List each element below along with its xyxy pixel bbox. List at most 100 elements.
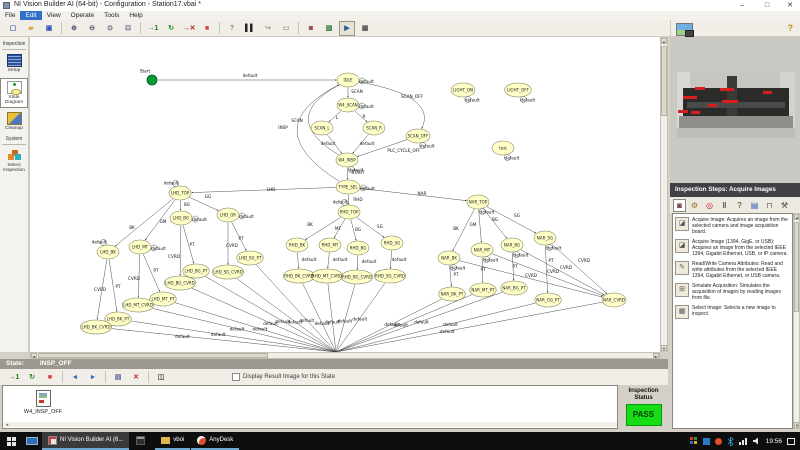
scroll-left-icon[interactable]: ◄ — [31, 353, 37, 358]
zoom-out-icon[interactable]: ⊖ — [84, 21, 100, 36]
help-icon[interactable]: ? — [788, 23, 794, 33]
tray-blue-app-icon[interactable] — [703, 438, 710, 445]
sidebar-item-state-diagram[interactable]: State Diagram — [0, 78, 28, 107]
step-description: Acquire Image: Acquires an image from th… — [692, 217, 790, 235]
tab-additional-tools[interactable]: ⚒ — [778, 199, 791, 212]
display-result-image-label: Display Result Image for this State — [243, 374, 335, 380]
svg-text:BG: BG — [355, 227, 361, 232]
step-item-select-image[interactable]: ▦Select Image: Selects a new image to in… — [675, 305, 790, 319]
tab-identify-parts[interactable]: ▤ — [748, 199, 761, 212]
tray-anydesk-icon[interactable] — [715, 438, 722, 445]
volume-icon[interactable] — [753, 437, 761, 445]
step-item-read-write-camera-attributes[interactable]: ✎Read/Write Camera Attributes: Read and … — [675, 261, 790, 279]
state-steps-list[interactable]: W4_INSP_OFF ◄ — [2, 385, 618, 429]
run-state-loop-icon[interactable]: ↻ — [24, 370, 40, 385]
view-report-icon[interactable]: ▤ — [110, 370, 126, 385]
breakpoint-icon[interactable]: ? — [224, 21, 240, 36]
action-center-icon[interactable] — [787, 438, 795, 445]
state-value: INSP_OFF — [40, 360, 72, 367]
next-state-icon[interactable]: ► — [85, 370, 101, 385]
scroll-right-icon[interactable]: ► — [653, 353, 659, 358]
acquire-image-1394-icon: ◪ — [675, 239, 689, 253]
image-play-icon[interactable]: ▶ — [339, 21, 355, 36]
zoom-1-1-icon[interactable]: ⊙ — [102, 21, 118, 36]
taskbar-app-pinned-app[interactable] — [130, 432, 154, 450]
state-diagram-view-icon[interactable]: ◫ — [153, 370, 169, 385]
state-diagram-canvas[interactable]: defaultSCANLRdefaultdefaultSCAN_OFFPLC_C… — [30, 37, 660, 352]
step-item-acquire-image[interactable]: ◪Acquire Image: Acquires an image from t… — [675, 217, 790, 235]
tab-enhance-images[interactable]: ⚙ — [688, 199, 701, 212]
delete-step-icon[interactable]: ✕ — [128, 370, 144, 385]
svg-text:CVRD: CVRD — [525, 273, 537, 278]
step-state-icon[interactable]: ↪ — [260, 21, 276, 36]
taskbar-app-anydesk[interactable]: AnyDesk — [191, 432, 239, 450]
taskbar-app-vboi[interactable]: vboi — [155, 432, 190, 450]
zoom-fit-icon[interactable]: ⊡ — [120, 21, 136, 36]
taskbar-app-ni-vision-builder[interactable]: NI Vision Builder AI (6... — [42, 432, 129, 450]
tab-acquire-images[interactable]: ◙ — [673, 199, 686, 212]
svg-text:NAR_BG_PT: NAR_BG_PT — [502, 285, 526, 290]
svg-text:PT: PT — [189, 242, 195, 247]
canvas-horizontal-scrollbar[interactable]: ◄ ► — [30, 352, 660, 359]
tab-communicate[interactable]: ⊓ — [763, 199, 776, 212]
run-inspection-loop-icon[interactable]: ↻ — [163, 21, 179, 36]
stop-state-icon[interactable]: ■ — [42, 370, 58, 385]
svg-text:PT: PT — [512, 264, 518, 269]
start-node[interactable] — [147, 75, 157, 85]
svg-text:CVRD: CVRD — [578, 258, 590, 263]
stop-inspection-icon[interactable]: ■ — [199, 21, 215, 36]
svg-text:default: default — [520, 98, 535, 103]
steps-scroll-thumb[interactable] — [794, 222, 799, 312]
image-view-icon[interactable]: ▧ — [321, 21, 337, 36]
minimize-button[interactable]: – — [733, 0, 751, 11]
step-item-simulate-acquisition[interactable]: ⊞Simulate Acquisition: Simulates the acq… — [675, 283, 790, 301]
sidebar-item-select-inspection[interactable]: Select Inspection — [1, 149, 27, 174]
menu-edit[interactable]: Edit — [20, 11, 41, 20]
save-icon[interactable]: ▣ — [41, 21, 57, 36]
run-state-once-icon[interactable]: →1 — [6, 370, 22, 385]
task-view-icon[interactable] — [22, 432, 42, 450]
menu-file[interactable]: File — [0, 11, 20, 20]
step-item-acquire-image-1394[interactable]: ◪Acquire Image (1394, GigE, or USB): Acq… — [675, 239, 790, 257]
scroll-down-icon[interactable]: ▼ — [661, 345, 667, 351]
scroll-up-icon[interactable]: ▲ — [794, 214, 799, 220]
tray-ni-icon[interactable] — [690, 437, 698, 445]
steps-list-scrollbar[interactable]: ▲ ▼ — [793, 213, 800, 429]
clock[interactable]: 19:56 — [766, 438, 782, 445]
menu-help[interactable]: Help — [124, 11, 147, 20]
vertical-scroll-thumb[interactable] — [661, 46, 667, 116]
menu-operate[interactable]: Operate — [66, 11, 100, 20]
prev-state-icon[interactable]: ◄ — [67, 370, 83, 385]
open-file-icon[interactable]: ▰ — [23, 21, 39, 36]
menu-view[interactable]: View — [42, 11, 66, 20]
state-diagram[interactable]: defaultSCANLRdefaultdefaultSCAN_OFFPLC_C… — [30, 37, 660, 352]
chart-view-icon[interactable]: ▦ — [357, 21, 373, 36]
close-button[interactable]: ✕ — [781, 0, 799, 11]
tab-measure-features[interactable]: Ⅱ — [718, 199, 731, 212]
bluetooth-icon[interactable] — [727, 437, 734, 446]
app-icon — [3, 2, 10, 9]
state-step-item[interactable]: W4_INSP_OFF — [21, 390, 65, 415]
zoom-in-icon[interactable]: ⊕ — [66, 21, 82, 36]
tab-locate-features[interactable]: ◎ — [703, 199, 716, 212]
scroll-down-icon[interactable]: ▼ — [794, 422, 799, 428]
network-icon[interactable] — [739, 438, 748, 445]
sidebar-item-setup[interactable]: Setup — [1, 54, 27, 74]
pause-icon[interactable]: ▌▌ — [242, 21, 258, 36]
horizontal-scroll-thumb[interactable] — [38, 353, 268, 358]
camera-view-icon[interactable]: ◙ — [303, 21, 319, 36]
sidebar-item-cleanup[interactable]: Cleanup — [1, 112, 27, 132]
start-button[interactable] — [0, 432, 22, 450]
run-until-failure-icon[interactable]: →✕ — [181, 21, 197, 36]
maximize-button[interactable]: □ — [758, 0, 776, 11]
canvas-vertical-scrollbar[interactable]: ▲ ▼ — [660, 37, 668, 352]
results-scrollbar[interactable]: ◄ — [4, 422, 617, 427]
scroll-up-icon[interactable]: ▲ — [661, 38, 667, 44]
comment-icon[interactable]: ▭ — [278, 21, 294, 36]
run-inspection-once-icon[interactable]: →1 — [145, 21, 161, 36]
acquire-image-mode-icon[interactable] — [676, 23, 693, 36]
display-result-image-checkbox[interactable] — [232, 373, 240, 381]
menu-tools[interactable]: Tools — [99, 11, 124, 20]
tab-check-presence[interactable]: ? — [733, 199, 746, 212]
new-file-icon[interactable]: ▢ — [5, 21, 21, 36]
